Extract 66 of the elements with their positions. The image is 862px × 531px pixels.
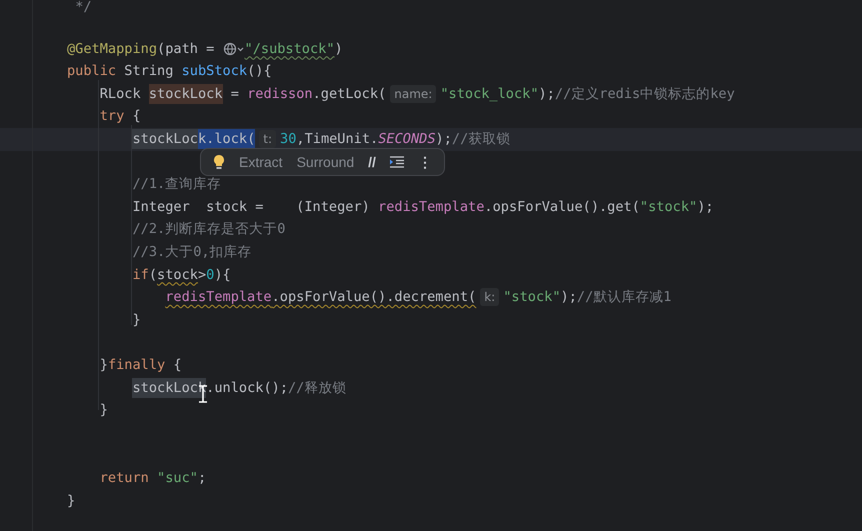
code-token: RLock bbox=[100, 84, 142, 104]
parameter-hint: k: bbox=[480, 288, 500, 306]
toolbar-glyph[interactable]: ⋮ bbox=[418, 152, 432, 172]
code-token: ){ bbox=[214, 266, 231, 285]
code-token: "stock" bbox=[503, 288, 561, 308]
code-token: ; bbox=[198, 468, 206, 488]
code-comment: //定义redis中锁标志的key bbox=[554, 84, 735, 104]
code-token: } bbox=[100, 356, 108, 375]
code-token: String bbox=[124, 62, 174, 82]
code-comment: */ bbox=[75, 0, 92, 18]
code-token: k.lock( bbox=[198, 129, 256, 150]
code-token: stockLock bbox=[148, 84, 223, 104]
indent-icon[interactable] bbox=[390, 156, 404, 168]
code-token: try bbox=[100, 107, 126, 126]
code-token: .unlock(); bbox=[206, 378, 288, 398]
code-token: (path = bbox=[157, 40, 216, 59]
parameter-hint: name: bbox=[390, 85, 436, 104]
code-token: redisson bbox=[247, 84, 313, 104]
code-token: 0 bbox=[206, 266, 214, 285]
parameter-hint: t: bbox=[259, 130, 276, 148]
code-token: } bbox=[100, 401, 108, 420]
code-token: .opsForValue().get( bbox=[484, 198, 640, 217]
code-token: > bbox=[198, 266, 206, 285]
lightbulb-icon[interactable] bbox=[213, 154, 225, 170]
code-token: ) bbox=[334, 40, 343, 59]
code-token: (){ bbox=[247, 62, 272, 82]
intention-action[interactable]: Surround bbox=[296, 152, 354, 172]
toolbar-glyph[interactable]: // bbox=[368, 152, 376, 172]
code-token: } bbox=[67, 492, 76, 511]
code-token: } bbox=[132, 310, 141, 330]
code-token: "stock" bbox=[640, 198, 698, 217]
code-token: redisTemplate bbox=[378, 198, 484, 217]
code-token: redisTemplate bbox=[165, 288, 272, 308]
code-token: finally bbox=[108, 356, 166, 375]
code-comment: //2.判断库存是否大于0 bbox=[132, 220, 286, 240]
code-token: stock bbox=[157, 266, 198, 285]
code-token: ( bbox=[148, 266, 158, 285]
code-token: = bbox=[230, 84, 240, 104]
code-token: "/substock" bbox=[244, 40, 335, 59]
code-comment: //3.大于0,扣库存 bbox=[132, 243, 252, 262]
code-comment: //默认库存减1 bbox=[576, 288, 672, 308]
code-token: subStock bbox=[182, 62, 248, 82]
globe-icon bbox=[222, 42, 245, 56]
code-token: stockLoc bbox=[132, 129, 198, 150]
code-token: ); bbox=[436, 130, 452, 150]
code-token: @GetMapping bbox=[67, 40, 158, 59]
code-comment: //1.查询库存 bbox=[132, 175, 222, 194]
code-token: SECONDS bbox=[378, 130, 436, 150]
code-token: 30 bbox=[280, 130, 296, 150]
code-token: if bbox=[132, 266, 149, 285]
code-token: public bbox=[67, 62, 118, 82]
code-token: { bbox=[132, 107, 141, 126]
code-comment: //获取锁 bbox=[452, 130, 510, 150]
code-token: ); bbox=[560, 288, 577, 308]
code-token: ); bbox=[538, 84, 555, 104]
code-token: "stock_lock" bbox=[440, 84, 539, 104]
code-token: "suc" bbox=[157, 468, 198, 488]
intention-action[interactable]: Extract bbox=[239, 152, 283, 172]
code-comment: //释放锁 bbox=[288, 378, 346, 398]
code-token: .getLock( bbox=[312, 84, 386, 104]
code-token: return bbox=[100, 468, 150, 488]
code-token: { bbox=[173, 356, 182, 375]
code-token: .opsForValue().decrement( bbox=[272, 288, 476, 308]
code-token: ,TimeUnit. bbox=[296, 130, 378, 150]
code-token: ); bbox=[697, 198, 714, 217]
code-token: Integer stock = (Integer) bbox=[132, 198, 371, 217]
